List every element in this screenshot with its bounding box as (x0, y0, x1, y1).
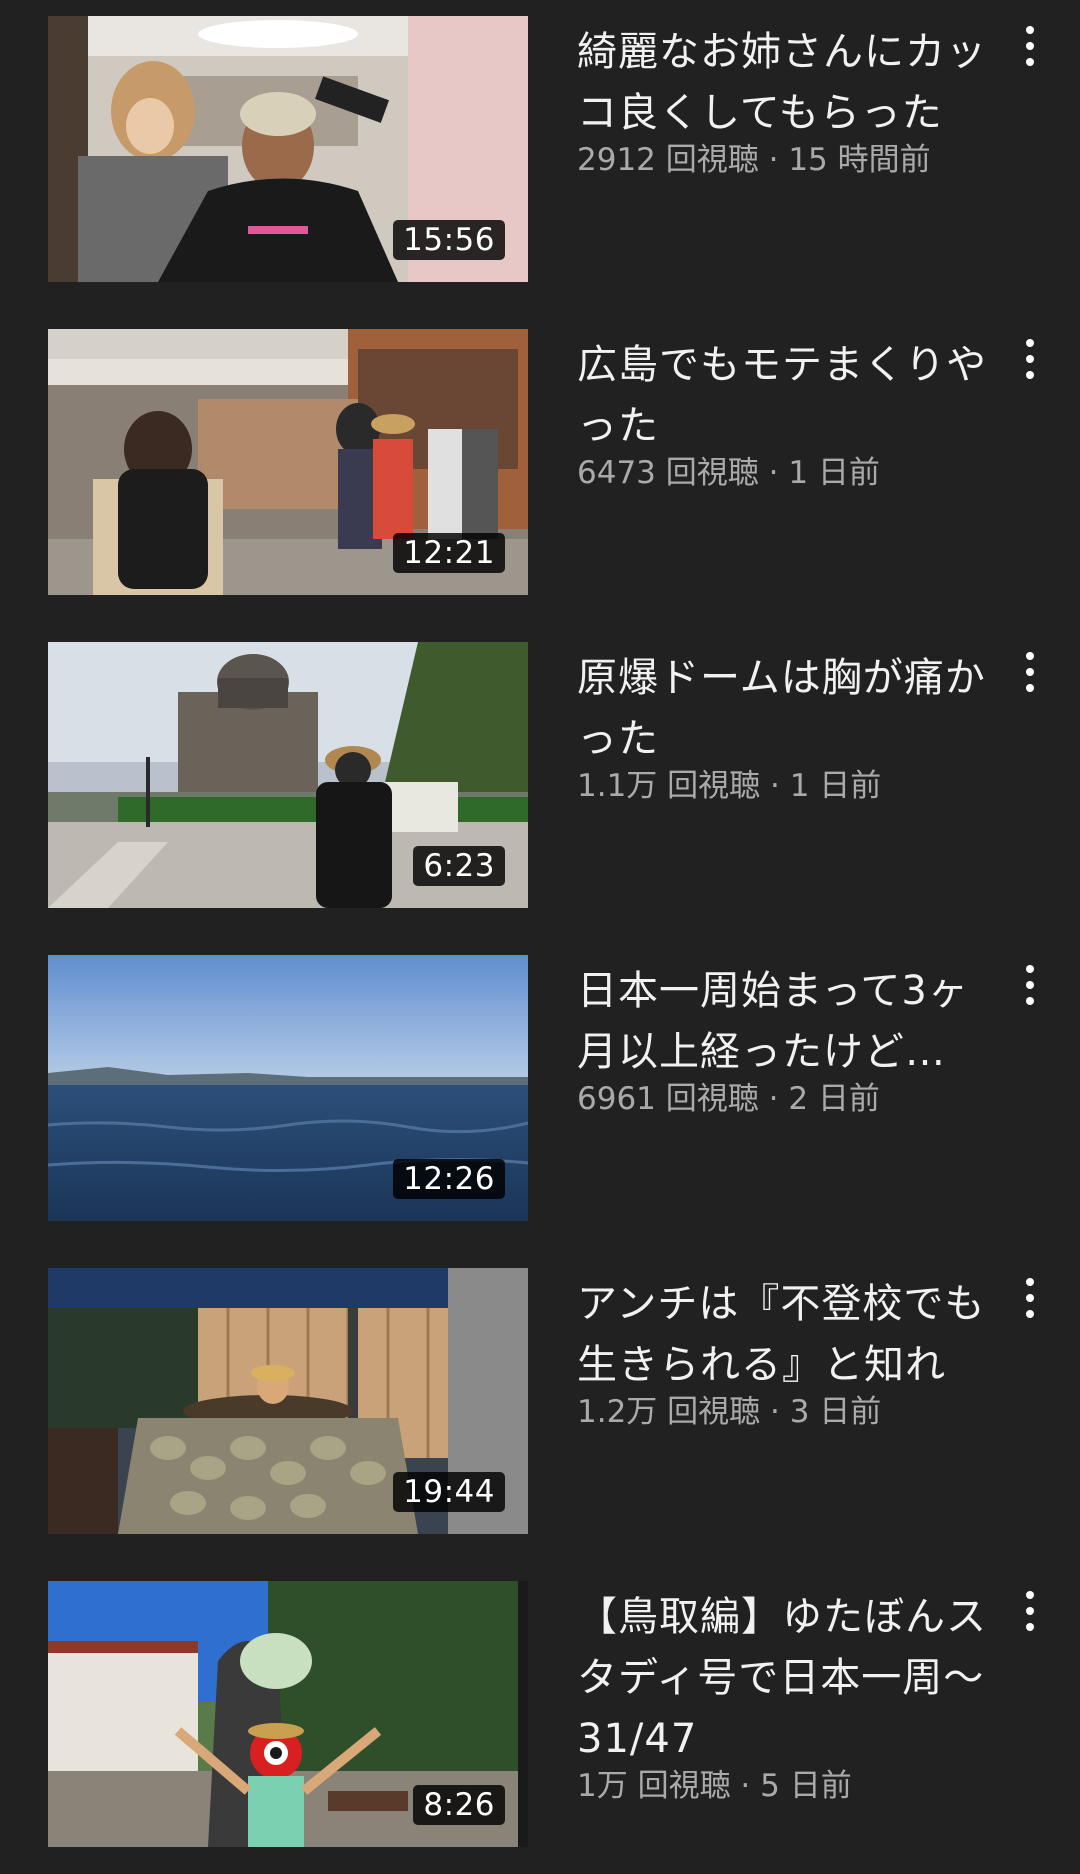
more-vertical-icon[interactable] (1012, 1278, 1048, 1318)
view-count: 1万 回視聴 (577, 1768, 731, 1804)
video-meta: 1.1万 回視聴 · 1 日前 (577, 766, 997, 806)
video-meta: 6473 回視聴 · 1 日前 (577, 453, 997, 493)
video-thumbnail[interactable]: 15:56 (48, 16, 528, 282)
video-title[interactable]: 【鳥取編】ゆたぼんスタディ号で日本一周〜31/47 (577, 1587, 997, 1770)
meta-separator: · (758, 1081, 789, 1117)
video-meta: 2912 回視聴 · 15 時間前 (577, 140, 997, 180)
video-thumbnail[interactable]: 19:44 (48, 1268, 528, 1534)
view-count: 6961 回視聴 (577, 1081, 759, 1117)
video-info[interactable]: 原爆ドームは胸が痛かった 1.1万 回視聴 · 1 日前 (577, 648, 997, 806)
upload-age: 1 日前 (789, 768, 882, 804)
video-item[interactable]: 12:21 広島でもモテまくりやった 6473 回視聴 · 1 日前 (0, 313, 1080, 595)
video-duration: 15:56 (393, 220, 505, 260)
upload-age: 1 日前 (788, 455, 880, 491)
more-vertical-icon[interactable] (1012, 652, 1048, 692)
meta-separator: · (758, 142, 789, 178)
video-duration: 12:26 (393, 1159, 505, 1199)
video-info[interactable]: 綺麗なお姉さんにカッコ良くしてもらった 2912 回視聴 · 15 時間前 (577, 22, 997, 180)
more-vertical-icon[interactable] (1012, 965, 1048, 1005)
view-count: 1.2万 回視聴 (577, 1394, 761, 1430)
video-duration: 8:26 (413, 1785, 505, 1825)
video-meta: 1.2万 回視聴 · 3 日前 (577, 1392, 997, 1432)
video-title[interactable]: 日本一周始まって3ヶ月以上経ったけど… (577, 961, 997, 1083)
video-title[interactable]: 広島でもモテまくりやった (577, 335, 997, 457)
meta-separator: · (730, 1768, 761, 1804)
meta-separator: · (758, 455, 789, 491)
video-item[interactable]: 15:56 綺麗なお姉さんにカッコ良くしてもらった 2912 回視聴 · 15 … (0, 0, 1080, 282)
video-meta: 6961 回視聴 · 2 日前 (577, 1079, 997, 1119)
video-list: 15:56 綺麗なお姉さんにカッコ良くしてもらった 2912 回視聴 · 15 … (0, 0, 1080, 1874)
video-info[interactable]: 【鳥取編】ゆたぼんスタディ号で日本一周〜31/47 1万 回視聴 · 5 日前 (577, 1587, 997, 1806)
video-info[interactable]: 日本一周始まって3ヶ月以上経ったけど… 6961 回視聴 · 2 日前 (577, 961, 997, 1119)
more-vertical-icon[interactable] (1012, 1591, 1048, 1631)
video-thumbnail[interactable]: 8:26 (48, 1581, 528, 1847)
meta-separator: · (760, 1394, 790, 1430)
video-info[interactable]: アンチは『不登校でも生きられる』と知れ 1.2万 回視聴 · 3 日前 (577, 1274, 997, 1432)
more-vertical-icon[interactable] (1012, 26, 1048, 66)
view-count: 2912 回視聴 (577, 142, 759, 178)
video-duration: 6:23 (413, 846, 505, 886)
video-item[interactable]: 12:26 日本一周始まって3ヶ月以上経ったけど… 6961 回視聴 · 2 日… (0, 939, 1080, 1221)
upload-age: 15 時間前 (788, 142, 931, 178)
video-duration: 19:44 (393, 1472, 505, 1512)
video-duration: 12:21 (393, 533, 505, 573)
view-count: 6473 回視聴 (577, 455, 759, 491)
upload-age: 2 日前 (788, 1081, 880, 1117)
upload-age: 5 日前 (760, 1768, 852, 1804)
video-title[interactable]: 綺麗なお姉さんにカッコ良くしてもらった (577, 22, 997, 144)
video-meta: 1万 回視聴 · 5 日前 (577, 1766, 997, 1806)
video-thumbnail[interactable]: 6:23 (48, 642, 528, 908)
video-title[interactable]: アンチは『不登校でも生きられる』と知れ (577, 1274, 997, 1396)
more-vertical-icon[interactable] (1012, 339, 1048, 379)
video-item[interactable]: 6:23 原爆ドームは胸が痛かった 1.1万 回視聴 · 1 日前 (0, 626, 1080, 908)
video-thumbnail[interactable]: 12:21 (48, 329, 528, 595)
video-item[interactable]: 19:44 アンチは『不登校でも生きられる』と知れ 1.2万 回視聴 · 3 日… (0, 1252, 1080, 1534)
video-title[interactable]: 原爆ドームは胸が痛かった (577, 648, 997, 770)
video-info[interactable]: 広島でもモテまくりやった 6473 回視聴 · 1 日前 (577, 335, 997, 493)
upload-age: 3 日前 (789, 1394, 882, 1430)
video-thumbnail[interactable]: 12:26 (48, 955, 528, 1221)
meta-separator: · (760, 768, 790, 804)
view-count: 1.1万 回視聴 (577, 768, 761, 804)
video-item[interactable]: 8:26 【鳥取編】ゆたぼんスタディ号で日本一周〜31/47 1万 回視聴 · … (0, 1565, 1080, 1847)
